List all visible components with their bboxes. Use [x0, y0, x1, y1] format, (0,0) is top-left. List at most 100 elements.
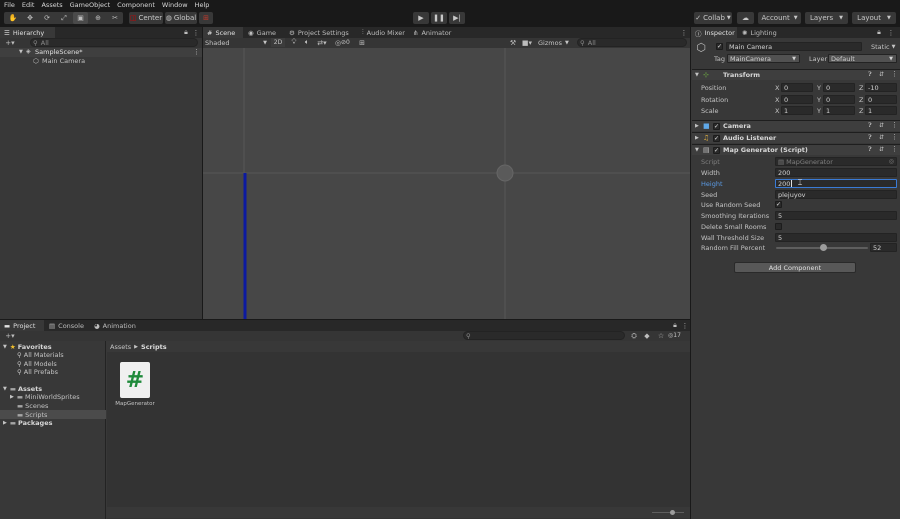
- 2d-toggle[interactable]: 2D: [271, 38, 285, 47]
- transform-header[interactable]: ▼ ⊹ Transform ❓︎ ⇵ ⋮: [692, 69, 900, 80]
- component-more-icon[interactable]: ⋮: [891, 70, 898, 78]
- effects-icon[interactable]: ⇄▾: [315, 38, 329, 47]
- menu-assets[interactable]: Assets: [41, 1, 62, 9]
- hand-tool-icon[interactable]: ✋: [6, 12, 20, 24]
- menu-edit[interactable]: Edit: [22, 1, 35, 9]
- preset-icon[interactable]: ⇵: [879, 122, 884, 129]
- lock-icon[interactable]: 🔒︎: [182, 27, 190, 38]
- position-y-field[interactable]: 0: [823, 83, 855, 92]
- expand-arrow-icon[interactable]: ▼: [695, 147, 699, 153]
- map-generator-header[interactable]: ▼ ▤ ✓ Map Generator (Script) ❓︎ ⇵ ⋮: [692, 144, 900, 155]
- expand-arrow-icon[interactable]: ▼: [3, 344, 7, 350]
- scale-tool-icon[interactable]: ⤢: [57, 12, 71, 24]
- static-dropdown[interactable]: Static ▼: [871, 42, 895, 51]
- rotation-y-field[interactable]: 0: [823, 95, 855, 104]
- icon-size-slider-thumb[interactable]: [670, 510, 675, 515]
- position-z-field[interactable]: -10: [865, 83, 897, 92]
- expand-arrow-icon[interactable]: ▼: [19, 49, 23, 55]
- shading-dropdown[interactable]: Shaded ▼: [205, 38, 269, 47]
- preset-icon[interactable]: ⇵: [879, 134, 884, 141]
- tab-lighting[interactable]: ✺ Lighting: [738, 27, 783, 38]
- seed-field[interactable]: plejuyov: [775, 190, 897, 199]
- camera-icon[interactable]: ■▾: [520, 38, 534, 47]
- help-icon[interactable]: ❓︎: [868, 122, 872, 130]
- play-button[interactable]: ▶: [413, 12, 429, 24]
- wall-threshold-field[interactable]: 5: [775, 233, 897, 242]
- height-field[interactable]: 200: [775, 179, 897, 188]
- space-toggle[interactable]: ◍ Global: [165, 12, 197, 24]
- packages-row[interactable]: ▶ ▬ Packages: [3, 418, 52, 427]
- more-menu-icon[interactable]: ⋮: [681, 320, 689, 331]
- audio-listener-header[interactable]: ▶ ♫ ✓ Audio Listener ❓︎ ⇵ ⋮: [692, 132, 900, 143]
- layout-dropdown[interactable]: Layout ▼: [852, 12, 896, 24]
- rotation-z-field[interactable]: 0: [865, 95, 897, 104]
- account-dropdown[interactable]: Account ▼: [758, 12, 801, 24]
- tab-animator[interactable]: ⋔ Animator: [409, 27, 464, 38]
- scale-x-field[interactable]: 1: [781, 106, 813, 115]
- collapse-arrow-icon[interactable]: ▶: [10, 394, 14, 400]
- collapse-arrow-icon[interactable]: ▶: [695, 123, 699, 129]
- asset-folder-row[interactable]: ▬ Scenes: [17, 401, 48, 410]
- menu-help[interactable]: Help: [195, 1, 210, 9]
- help-icon[interactable]: ❓︎: [868, 146, 872, 154]
- grid-snap-icon[interactable]: ⊞: [199, 12, 213, 24]
- gizmos-dropdown[interactable]: Gizmos ▼: [538, 38, 574, 47]
- step-button[interactable]: ▶|: [449, 12, 465, 24]
- script-enabled-checkbox[interactable]: ✓: [713, 147, 720, 154]
- more-menu-icon[interactable]: ⋮: [192, 27, 200, 38]
- breadcrumb-assets[interactable]: Assets: [110, 343, 131, 351]
- scene-row[interactable]: ▼ ◈ SampleScene* ⋮: [0, 48, 202, 57]
- tools-icon[interactable]: ⚒: [508, 38, 518, 47]
- more-menu-icon[interactable]: ⋮: [680, 27, 688, 38]
- transform-tool-icon[interactable]: ⊕: [91, 12, 105, 24]
- layers-dropdown[interactable]: Layers ▼: [805, 12, 848, 24]
- use-random-seed-checkbox[interactable]: ✓: [775, 201, 782, 208]
- rect-tool-icon[interactable]: ▣: [73, 12, 88, 24]
- hierarchy-search-input[interactable]: ⚲ All: [30, 38, 198, 47]
- expand-arrow-icon[interactable]: ▼: [3, 386, 7, 392]
- scene-viewport[interactable]: [203, 48, 690, 319]
- favorite-star-icon[interactable]: ☆: [656, 331, 666, 341]
- object-name-field[interactable]: Main Camera: [726, 42, 862, 51]
- tab-project[interactable]: ▬ Project: [0, 320, 44, 331]
- custom-tool-icon[interactable]: ✂: [108, 12, 122, 24]
- scene-more-icon[interactable]: ⋮: [193, 48, 200, 56]
- scale-y-field[interactable]: 1: [823, 106, 855, 115]
- cloud-icon[interactable]: ☁: [737, 12, 754, 24]
- preset-icon[interactable]: ⇵: [879, 146, 884, 153]
- scene-search-input[interactable]: ⚲ All: [577, 38, 687, 47]
- rotate-tool-icon[interactable]: ⟳: [40, 12, 54, 24]
- tab-console[interactable]: ▤ Console: [45, 320, 89, 331]
- light-bulb-icon[interactable]: 💡︎: [289, 38, 299, 47]
- camera-enabled-checkbox[interactable]: ✓: [713, 123, 720, 130]
- component-more-icon[interactable]: ⋮: [891, 145, 898, 153]
- favorite-item[interactable]: ⚲ All Prefabs: [17, 367, 58, 376]
- collapse-arrow-icon[interactable]: ▶: [3, 420, 7, 426]
- grid-icon[interactable]: ⊞: [358, 38, 366, 47]
- tab-project-settings[interactable]: ⚙ Project Settings: [285, 27, 357, 38]
- breadcrumb-scripts[interactable]: Scripts: [141, 343, 167, 351]
- active-checkbox[interactable]: ✓: [716, 43, 723, 50]
- menu-window[interactable]: Window: [162, 1, 188, 9]
- lock-icon[interactable]: 🔒︎: [671, 320, 679, 331]
- lock-icon[interactable]: 🔒︎: [875, 27, 883, 38]
- file-item[interactable]: # MapGenerator: [113, 361, 157, 411]
- project-search-input[interactable]: ⚲: [463, 331, 625, 340]
- position-x-field[interactable]: 0: [781, 83, 813, 92]
- move-tool-icon[interactable]: ✥: [23, 12, 37, 24]
- help-icon[interactable]: ❓︎: [868, 71, 872, 79]
- preset-icon[interactable]: ⇵: [879, 71, 884, 78]
- tag-dropdown[interactable]: MainCamera ▼: [727, 54, 800, 63]
- rotation-x-field[interactable]: 0: [781, 95, 813, 104]
- layer-dropdown[interactable]: Default ▼: [828, 54, 897, 63]
- tab-animation[interactable]: ◕ Animation: [90, 320, 140, 331]
- tab-inspector[interactable]: ⓘ Inspector: [691, 27, 737, 38]
- camera-gizmo-icon[interactable]: [496, 164, 514, 182]
- add-component-button[interactable]: Add Component: [734, 262, 856, 273]
- scale-z-field[interactable]: 1: [865, 106, 897, 115]
- more-menu-icon[interactable]: ⋮: [887, 27, 895, 38]
- pause-button[interactable]: ❚❚: [431, 12, 447, 24]
- component-more-icon[interactable]: ⋮: [891, 133, 898, 141]
- menu-gameobject[interactable]: GameObject: [70, 1, 111, 9]
- audio-icon[interactable]: 🔈︎: [302, 38, 312, 47]
